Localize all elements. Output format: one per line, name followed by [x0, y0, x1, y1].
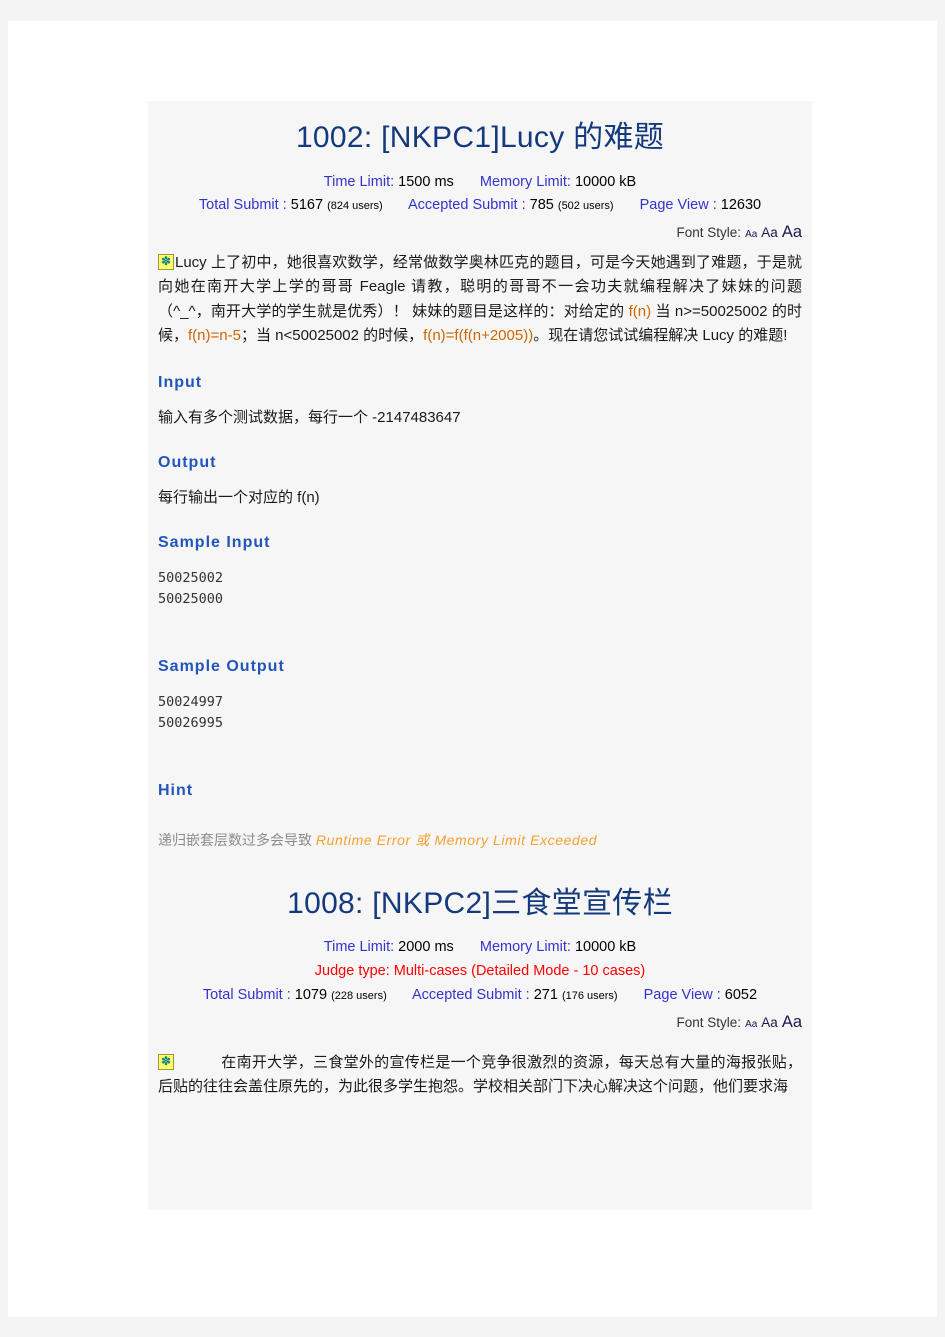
total-submit-value: 5167 [290, 197, 324, 214]
page-title: 1008: [NKPC2]三食堂宣传栏 [287, 886, 673, 920]
hint-body: 递归嵌套层数过多会导致 Runtime Error 或 Memory Limit… [156, 816, 804, 853]
font-style-label: Font Style: [676, 225, 742, 241]
section-body-input: 输入有多个测试数据，每行一个 -2147483647 [158, 409, 461, 427]
limits-line: Time Limit: 2000 ms Memory Limit: 10000 … [156, 936, 804, 960]
page-view-value: 6052 [724, 987, 758, 1004]
desc-part: f(n) [628, 302, 652, 320]
section-heading-hint: Hint [158, 781, 194, 799]
problem-1002: 1002: [NKPC1]Lucy 的难题 Time Limit: 1500 m… [148, 101, 812, 853]
content-panel: 1002: [NKPC1]Lucy 的难题 Time Limit: 1500 m… [148, 101, 812, 1210]
problem-meta-1008: Time Limit: 2000 ms Memory Limit: 10000 … [156, 926, 804, 1008]
font-size-medium-button[interactable]: Aa [761, 225, 778, 240]
total-submit-users: (824 users) [327, 200, 383, 213]
accepted-submit-label: Accepted Submit : [407, 197, 526, 214]
section-heading-output: Output [158, 454, 217, 472]
limits-line: Time Limit: 1500 ms Memory Limit: 10000 … [156, 171, 804, 195]
submit-stats-line: Total Submit : 5167 (824 users) Accepted… [156, 194, 804, 218]
section-heading-sample-output: Sample Output [158, 658, 285, 676]
page-view-label: Page View : [643, 987, 721, 1004]
total-submit-users: (228 users) [331, 990, 387, 1003]
total-submit-label: Total Submit : [202, 987, 291, 1004]
section-heading-sample-input: Sample Input [158, 534, 271, 552]
pin-icon [158, 1053, 174, 1070]
time-limit-label: Time Limit: [323, 173, 395, 190]
page-title: 1002: [NKPC1]Lucy 的难题 [295, 121, 665, 154]
section-heading-input: Input [158, 374, 203, 392]
font-size-large-button[interactable]: Aa [782, 223, 802, 241]
time-limit-value: 2000 ms [398, 939, 454, 956]
submit-stats-line: Total Submit : 1079 (228 users) Accepted… [156, 984, 804, 1008]
accepted-submit-users: (502 users) [557, 200, 614, 213]
accepted-submit-value: 785 [529, 197, 554, 214]
memory-limit-label: Memory Limit: [479, 939, 571, 956]
desc-part: 。现在请您试试编程解决 Lucy 的难题! [533, 326, 788, 344]
font-style-bar: Font Style: Aa Aa Aa [156, 1008, 804, 1035]
accepted-submit-value: 271 [533, 987, 558, 1004]
sample-output-block: 50024997 50026995 [158, 694, 224, 732]
font-style-bar: Font Style: Aa Aa Aa [156, 218, 804, 245]
font-style-label: Font Style: [676, 1015, 742, 1031]
problem-1008: 1008: [NKPC2]三食堂宣传栏 Time Limit: 2000 ms … [148, 867, 812, 1104]
section-body-output: 每行输出一个对应的 f(n) [158, 489, 320, 507]
font-size-small-button[interactable]: Aa [745, 1019, 757, 1030]
desc-part: ；当 n<50025002 的时候， [240, 326, 424, 344]
sample-input-block: 50025002 50025000 [158, 570, 224, 608]
pin-icon [158, 253, 174, 271]
memory-limit-value: 10000 kB [574, 939, 637, 956]
desc-part: f(n)=f(f(n+2005)) [423, 326, 534, 344]
font-size-large-button[interactable]: Aa [782, 1013, 802, 1031]
total-submit-label: Total Submit : [198, 197, 287, 214]
accepted-submit-users: (176 users) [561, 990, 618, 1003]
desc-part: f(n)=n-5 [188, 326, 241, 344]
memory-limit-label: Memory Limit: [479, 173, 571, 190]
page-view-value: 12630 [720, 197, 762, 214]
problem-description-1002: Lucy 上了初中，她很喜欢数学，经常做数学奥林匹克的题目，可是今天她遇到了难题… [156, 245, 804, 352]
time-limit-label: Time Limit: [323, 939, 395, 956]
problem-description-1008: 在南开大学，三食堂外的宣传栏是一个竞争很激烈的资源，每天总有大量的海报张贴，后贴… [156, 1035, 804, 1104]
problem-meta-1002: Time Limit: 1500 ms Memory Limit: 10000 … [156, 161, 804, 219]
hint-emphasis-text: Runtime Error 或 Memory Limit Exceeded [315, 831, 598, 848]
desc-text: 在南开大学，三食堂外的宣传栏是一个竞争很激烈的资源，每天总有大量的海报张贴，后贴… [158, 1053, 802, 1096]
judge-type-line: Judge type: Multi-cases (Detailed Mode -… [314, 963, 646, 980]
page-sheet: 1002: [NKPC1]Lucy 的难题 Time Limit: 1500 m… [8, 21, 937, 1317]
time-limit-value: 1500 ms [398, 173, 454, 190]
total-submit-value: 1079 [294, 987, 328, 1004]
font-size-small-button[interactable]: Aa [745, 229, 757, 240]
hint-plain-text: 递归嵌套层数过多会导致 [158, 831, 316, 848]
page-view-label: Page View : [639, 197, 717, 214]
accepted-submit-label: Accepted Submit : [412, 987, 530, 1004]
memory-limit-value: 10000 kB [574, 173, 637, 190]
font-size-medium-button[interactable]: Aa [761, 1015, 778, 1030]
